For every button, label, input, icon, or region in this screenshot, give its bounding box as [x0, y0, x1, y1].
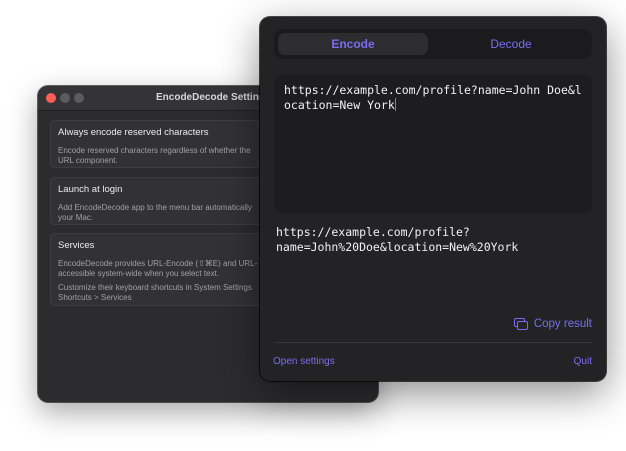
text-caret — [394, 98, 396, 111]
mode-segmented-control: Encode Decode — [274, 29, 592, 59]
tab-decode[interactable]: Decode — [434, 33, 588, 55]
close-window-icon[interactable] — [46, 93, 56, 103]
open-settings-link[interactable]: Open settings — [273, 356, 335, 367]
url-input-text: https://example.com/profile?name=John Do… — [284, 83, 584, 113]
tab-encode[interactable]: Encode — [278, 33, 428, 55]
copy-result-label: Copy result — [533, 318, 592, 330]
minimize-window-icon[interactable] — [60, 93, 70, 103]
encode-decode-popover: Encode Decode https://example.com/profil… — [260, 17, 606, 381]
quit-link[interactable]: Quit — [574, 356, 592, 367]
url-input-value: https://example.com/profile?name=John Do… — [284, 83, 582, 112]
zoom-window-icon[interactable] — [74, 93, 84, 103]
copy-result-button[interactable]: Copy result — [513, 316, 592, 332]
url-input-area[interactable]: https://example.com/profile?name=John Do… — [274, 75, 592, 213]
encoded-result: https://example.com/profile? name=John%2… — [276, 225, 519, 254]
footer-divider — [274, 342, 592, 343]
settings-window-title: EncodeDecode Settings — [156, 92, 271, 103]
copy-icon — [513, 318, 528, 330]
